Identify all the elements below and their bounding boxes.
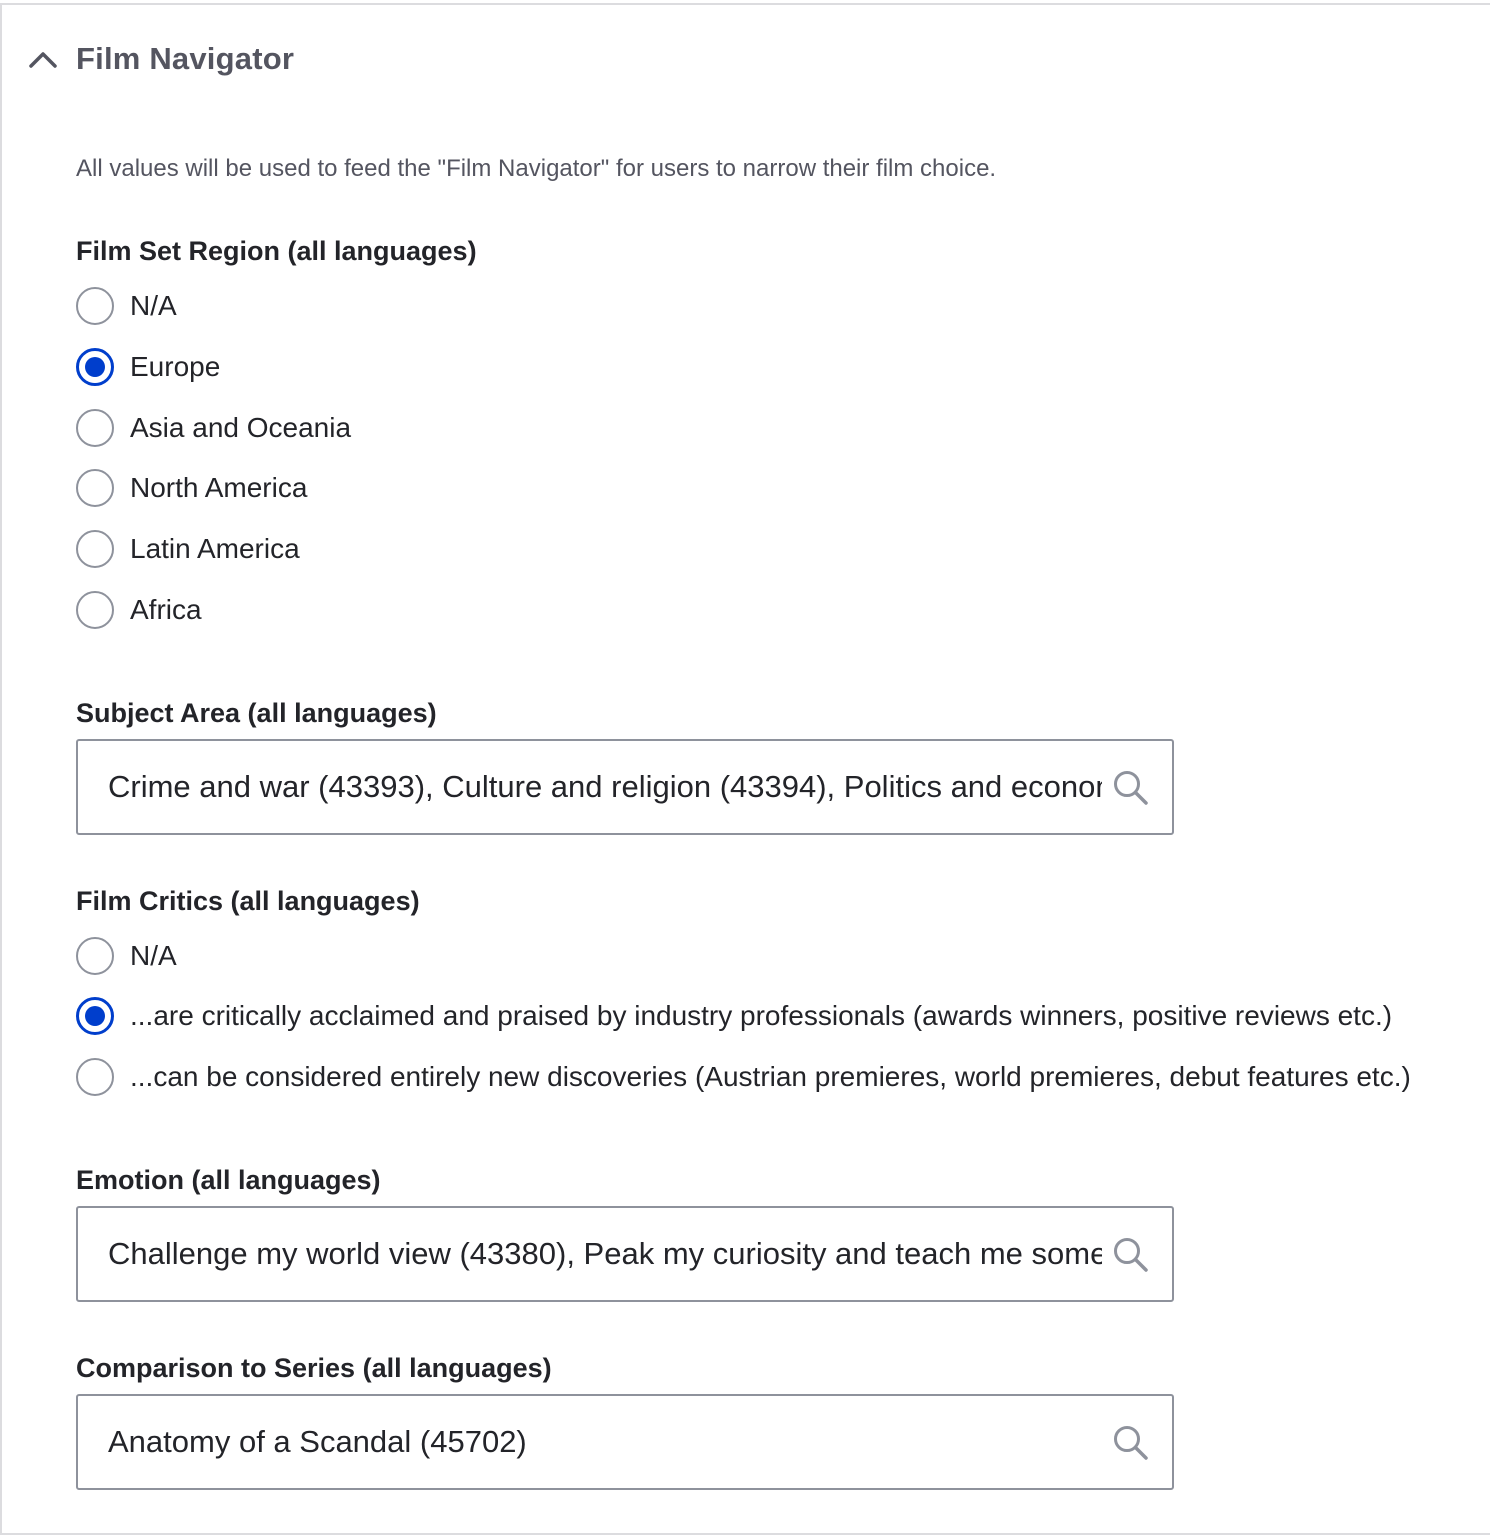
region-option-africa[interactable]: Africa	[76, 590, 202, 630]
radio-button[interactable]	[76, 287, 114, 325]
radio-label: Asia and Oceania	[130, 412, 352, 443]
comparison-to-series-label: Comparison to Series (all languages)	[76, 1353, 552, 1383]
radio-button[interactable]	[76, 1058, 114, 1096]
region-option-na[interactable]: N/A	[76, 286, 177, 326]
radio-button-selected[interactable]	[76, 997, 114, 1035]
radio-label: N/A	[130, 940, 177, 971]
comparison-to-series-input[interactable]	[108, 1396, 1102, 1488]
radio-button[interactable]	[76, 409, 114, 447]
search-icon	[1114, 1238, 1148, 1272]
section-title: Film Navigator	[76, 41, 295, 76]
region-option-north-america[interactable]: North America	[76, 468, 307, 508]
radio-button[interactable]	[76, 469, 114, 507]
critics-option-new-discoveries[interactable]: ...can be considered entirely new discov…	[76, 1057, 1411, 1097]
region-option-europe[interactable]: Europe	[76, 347, 220, 387]
film-navigator-toggle[interactable]: Film Navigator	[28, 35, 294, 83]
radio-button[interactable]	[76, 937, 114, 975]
radio-label: Africa	[130, 594, 202, 625]
critics-option-na[interactable]: N/A	[76, 936, 177, 976]
radio-label: N/A	[130, 290, 177, 321]
comparison-to-series-field[interactable]	[76, 1394, 1174, 1490]
search-icon	[1114, 1426, 1148, 1460]
film-critics-label: Film Critics (all languages)	[76, 886, 420, 916]
radio-button[interactable]	[76, 530, 114, 568]
search-icon	[1114, 771, 1148, 805]
emotion-input[interactable]	[108, 1208, 1102, 1300]
film-set-region-label: Film Set Region (all languages)	[76, 236, 477, 266]
radio-label: ...can be considered entirely new discov…	[130, 1061, 1411, 1092]
radio-button[interactable]	[76, 591, 114, 629]
emotion-label: Emotion (all languages)	[76, 1165, 381, 1195]
radio-button-selected[interactable]	[76, 348, 114, 386]
subject-area-field[interactable]	[76, 739, 1174, 835]
radio-label: ...are critically acclaimed and praised …	[130, 1000, 1393, 1031]
critics-option-acclaimed[interactable]: ...are critically acclaimed and praised …	[76, 996, 1392, 1036]
subject-area-label: Subject Area (all languages)	[76, 698, 437, 728]
region-option-latin-america[interactable]: Latin America	[76, 529, 300, 569]
radio-label: Europe	[130, 351, 221, 382]
radio-label: North America	[130, 472, 308, 503]
chevron-up-icon	[29, 52, 57, 68]
film-navigator-details: Film Navigator All values will be used t…	[0, 3, 1490, 1535]
region-option-asia-oceania[interactable]: Asia and Oceania	[76, 408, 351, 448]
emotion-field[interactable]	[76, 1206, 1174, 1302]
radio-label: Latin America	[130, 533, 300, 564]
subject-area-input[interactable]	[108, 741, 1102, 833]
section-description: All values will be used to feed the "Fil…	[76, 155, 997, 182]
